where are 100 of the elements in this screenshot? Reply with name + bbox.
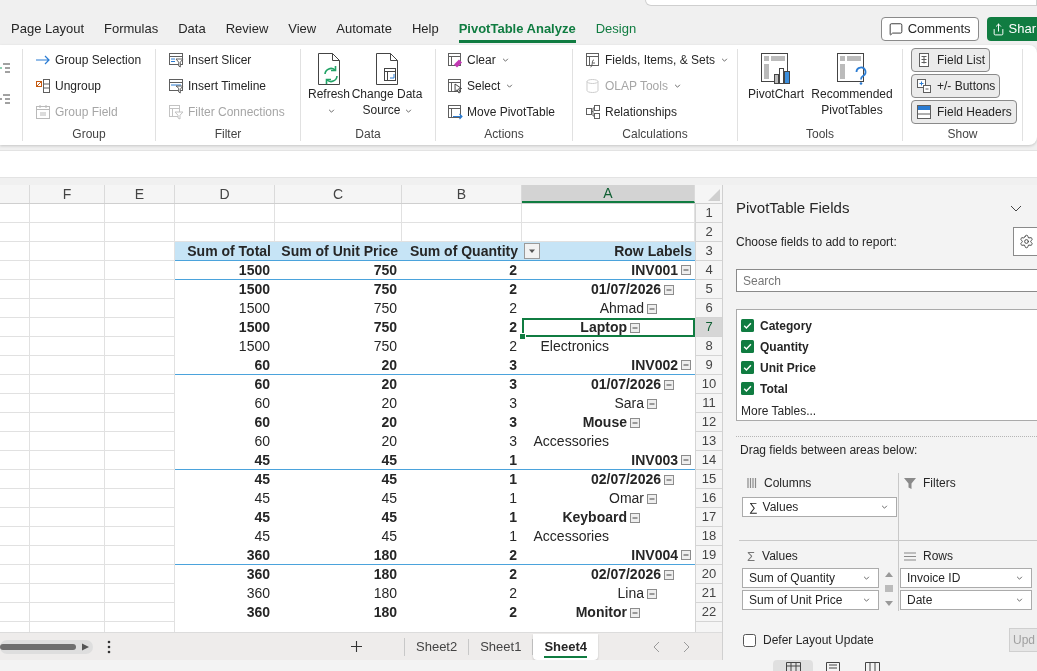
collapse-icon[interactable] [630,417,640,428]
collapse-icon[interactable] [630,322,640,333]
table-cell[interactable]: 01/07/2026 [522,375,695,394]
ribbon-button[interactable]: Fields, Items, & Sets [585,49,729,71]
ribbon-tab[interactable]: View [288,15,317,43]
table-cell[interactable]: INV002 [522,356,695,375]
sheet-tab[interactable]: Sheet2 [405,633,469,660]
table-cell[interactable]: Accessories [522,527,695,546]
settings-button[interactable] [1013,227,1037,256]
caret-icon [863,598,870,602]
table-cell[interactable]: INV003 [522,451,695,470]
table-cell[interactable]: Mouse [522,413,695,432]
collapse-icon[interactable] [681,550,691,560]
ribbon-large-button[interactable]: PivotChart [746,52,806,118]
table-cell[interactable]: Monitor [522,603,695,622]
ribbon-large-button[interactable]: Recommended PivotTables [809,52,895,118]
normal-view-button[interactable] [773,660,813,671]
field-label: Quantity [760,338,809,356]
column-header[interactable]: F [30,185,105,203]
row-number: 4 [695,261,722,280]
column-header[interactable]: D [175,185,275,203]
ribbon-tab[interactable]: Formulas [104,15,159,43]
ribbon-button[interactable]: Select [447,75,514,97]
ribbon-button[interactable]: Group Selection [35,49,142,71]
toggle-button[interactable]: Field Headers [911,100,1017,124]
search-field[interactable]: Search [736,269,1037,292]
table-cell[interactable]: INV004 [522,546,695,565]
ribbon-button[interactable]: Insert Timeline [168,75,267,97]
chevron-left-icon[interactable] [653,640,660,653]
collapse-icon[interactable] [647,398,657,409]
checkbox[interactable] [743,633,756,647]
more-tables-link[interactable]: More Tables... [741,402,817,420]
ribbon-button[interactable]: Relationships [585,101,678,123]
collapse-icon[interactable] [681,455,691,465]
field-chip[interactable]: Invoice ID [900,568,1032,588]
table-cell[interactable]: Keyboard [522,508,695,527]
comments-button[interactable]: Comments [880,17,979,41]
table-cell[interactable]: Lina [522,584,695,603]
table-cell[interactable]: 02/07/2026 [522,470,695,489]
ribbon-button[interactable]: Clear [447,49,509,71]
ribbon-button[interactable]: Move PivotTable [447,101,556,123]
ribbon-tab[interactable]: Page Layout [11,15,84,43]
checkbox[interactable] [741,361,754,374]
column-header[interactable]: A [522,185,695,203]
collapse-icon[interactable] [664,379,674,390]
sheet-tab[interactable]: Sheet4 [533,633,599,660]
page-break-icon[interactable] [865,662,880,671]
empty-cell [0,223,30,242]
ribbon-large-button[interactable]: Refresh [307,52,351,118]
ribbon-tab[interactable]: Design [595,15,637,43]
ribbon-tab[interactable]: Data [178,15,206,43]
collapse-icon[interactable] [681,265,691,275]
table-cell[interactable]: Accessories [522,432,695,451]
collapse-icon[interactable] [681,360,691,370]
column-header[interactable]: C [275,185,402,203]
table-cell[interactable]: Sara [522,394,695,413]
field-chip[interactable]: ∑ Values [742,497,897,517]
ribbon-button[interactable]: Ungroup [35,75,102,97]
toggle-button[interactable]: Field List [911,48,991,72]
ribbon-tab[interactable]: Automate [336,15,392,43]
fill-handle[interactable] [519,333,526,340]
collapse-icon[interactable] [647,588,657,599]
checkbox[interactable] [741,319,754,332]
comment-icon [888,22,903,36]
table-cell[interactable]: Electronics [522,337,695,356]
filter-dropdown-icon[interactable] [524,243,540,259]
field-chip[interactable]: Sum of Quantity [742,568,879,588]
collapse-icon[interactable] [630,512,640,523]
page-layout-icon[interactable] [826,662,840,671]
ribbon-button[interactable]: Insert Slicer [168,49,252,71]
collapse-icon[interactable] [664,284,674,295]
checkbox[interactable] [741,382,754,395]
checkbox[interactable] [741,340,754,353]
row-number: 20 [695,565,722,584]
empty-cell [0,413,30,432]
ribbon-large-button[interactable]: Change Data Source [351,52,423,118]
collapse-icon[interactable] [647,303,657,314]
collapse-icon[interactable] [664,569,674,580]
collapse-icon[interactable] [647,493,657,504]
plus-icon[interactable] [351,641,362,652]
chevron-down-icon[interactable] [1010,204,1022,212]
collapse-icon[interactable] [664,474,674,485]
table-cell[interactable]: Ahmad [522,299,695,318]
collapse-icon[interactable] [630,607,640,618]
share-button[interactable]: Shar [986,17,1037,41]
field-chip[interactable]: Date [900,590,1032,610]
chevron-right-icon[interactable] [683,640,690,653]
table-cell[interactable]: Laptop [522,318,695,337]
table-cell[interactable]: 01/07/2026 [522,280,695,299]
toggle-button[interactable]: +/- Buttons [911,74,1001,98]
ribbon-tab[interactable]: Help [411,15,439,43]
field-chip[interactable]: Sum of Unit Price [742,590,879,610]
column-header[interactable]: E [105,185,175,203]
sheet-tab[interactable]: Sheet1 [469,633,533,660]
table-cell[interactable]: Omar [522,489,695,508]
ribbon-tab[interactable]: Review [225,15,269,43]
more-options-icon[interactable] [107,639,111,654]
table-cell[interactable]: INV001 [522,261,695,280]
search-field[interactable] [645,0,1037,6]
table-cell[interactable]: 02/07/2026 [522,565,695,584]
